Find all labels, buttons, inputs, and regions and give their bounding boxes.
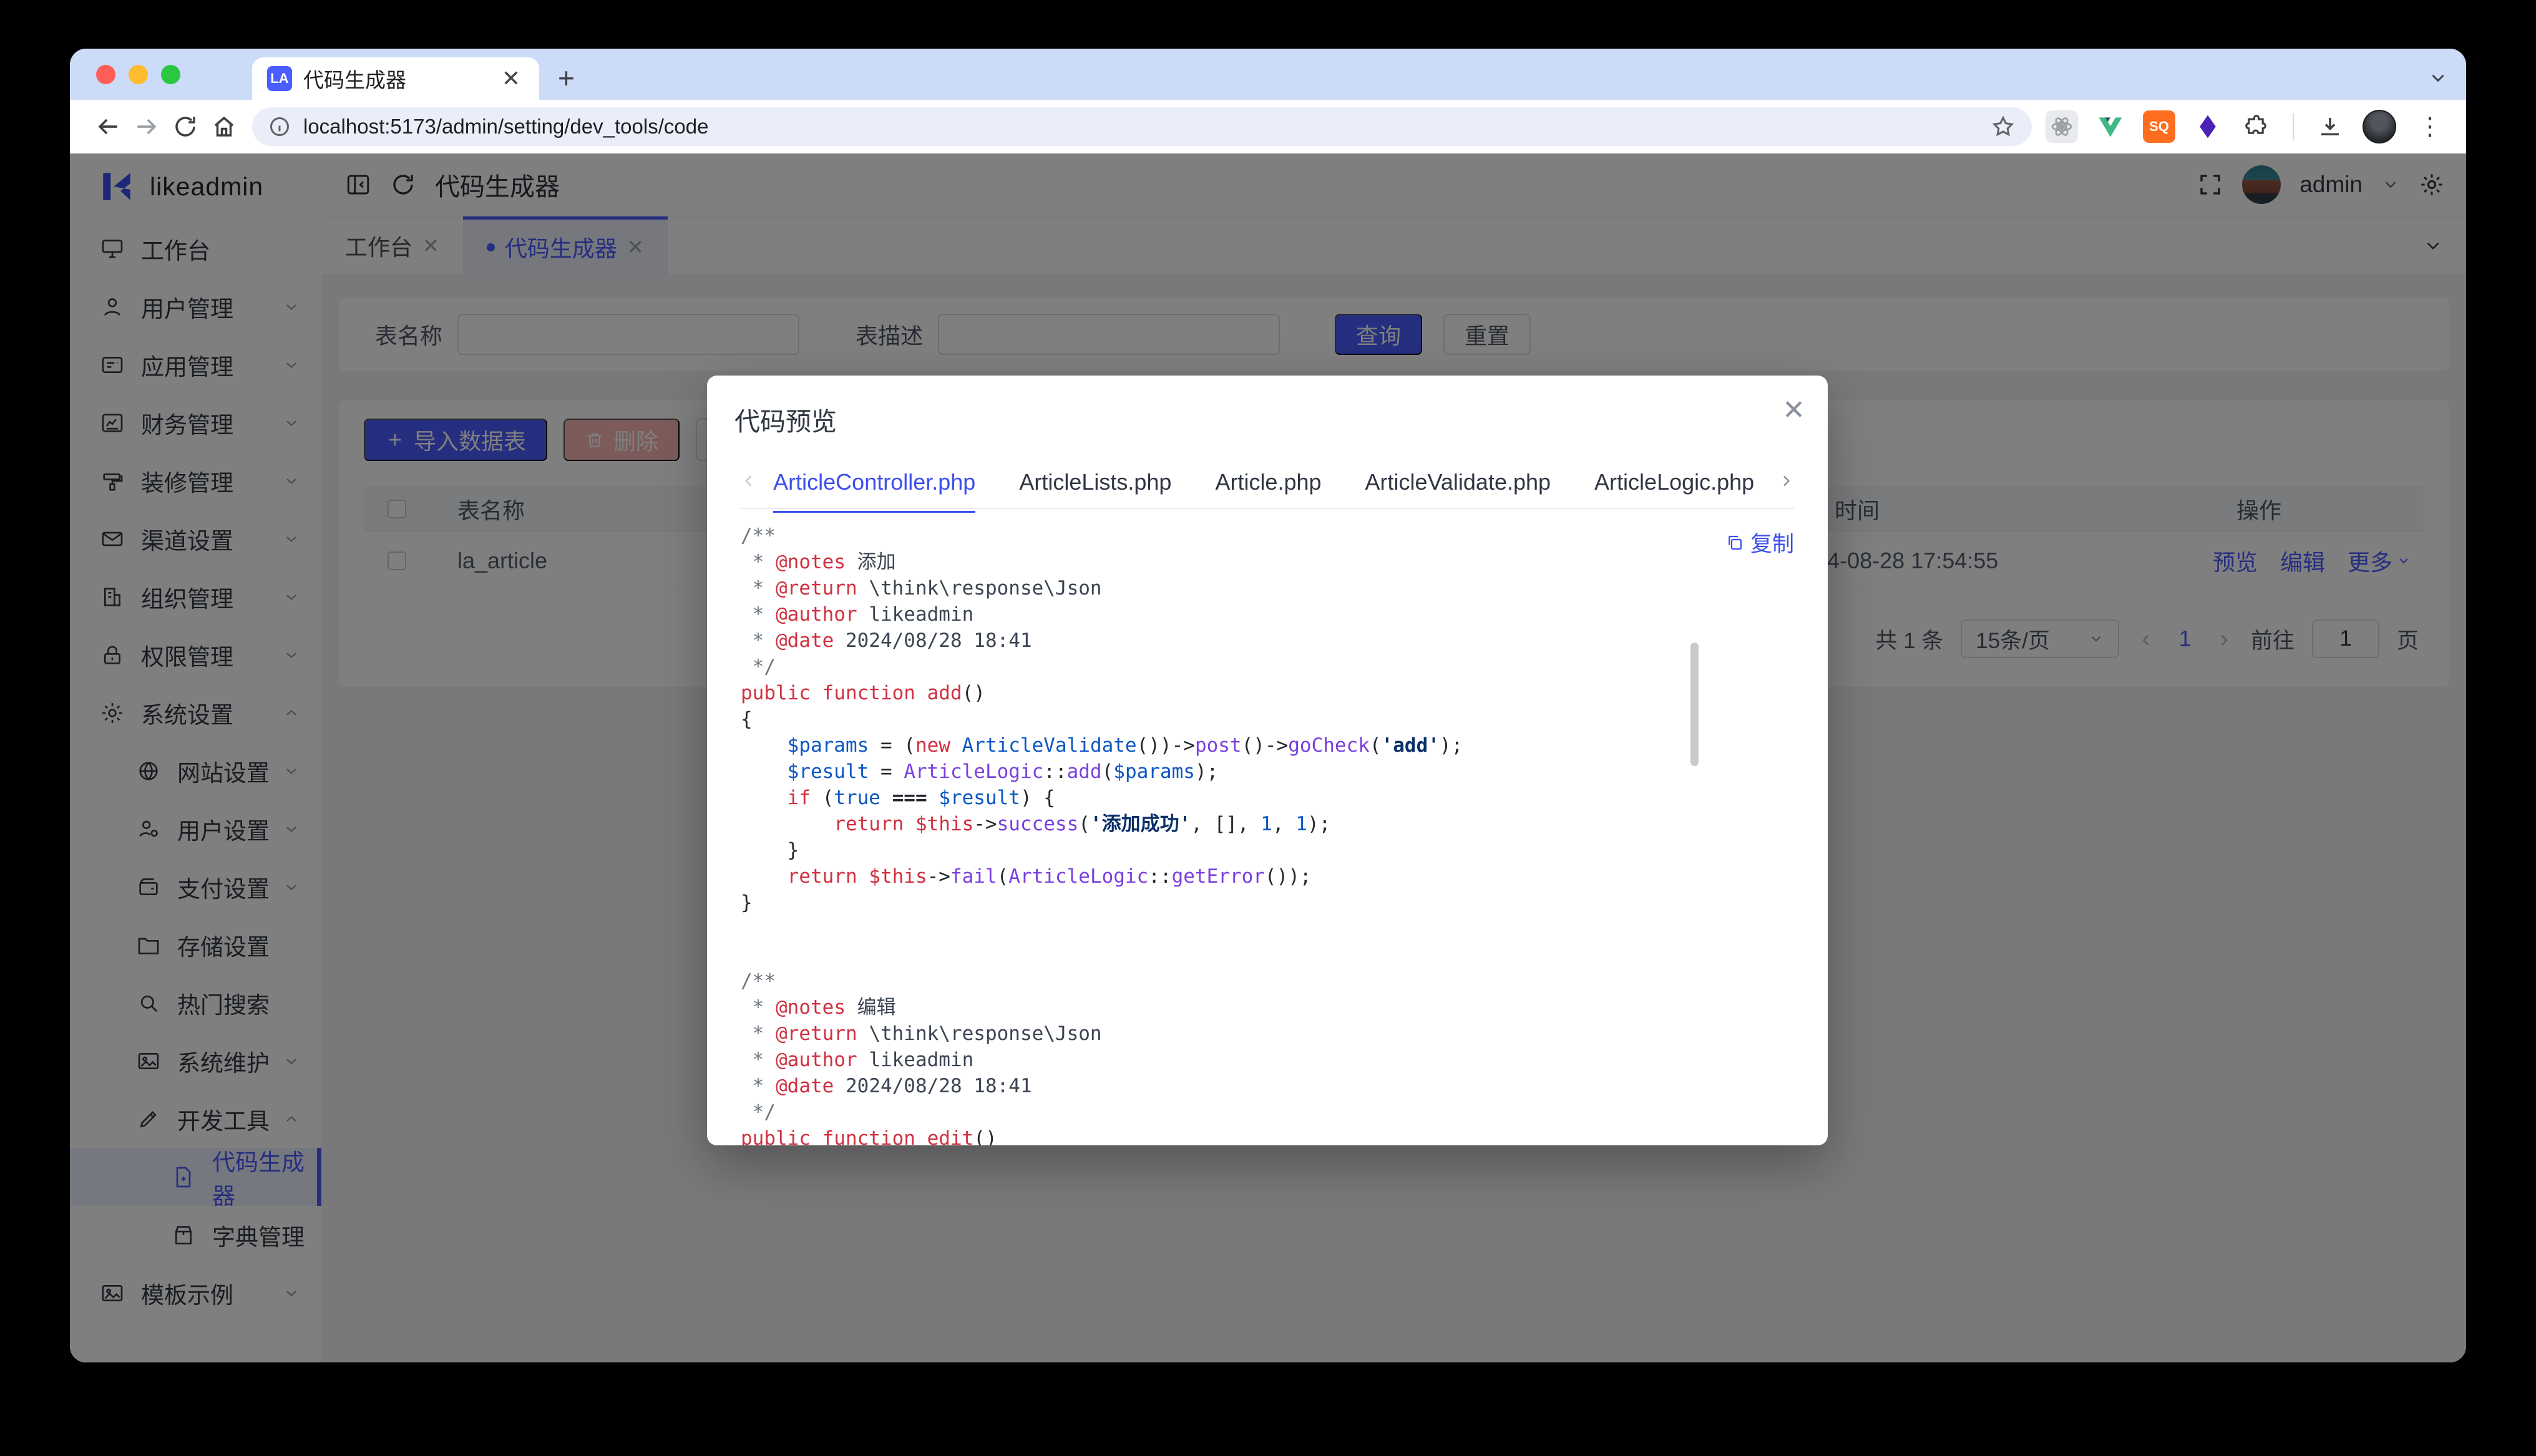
code-line: }: [741, 890, 1794, 916]
modal-title: 代码预览: [734, 400, 837, 438]
bookmark-star-icon[interactable]: [1991, 114, 2016, 139]
code-line: */: [741, 654, 1794, 680]
zoom-window-button[interactable]: [161, 65, 180, 84]
code-line: * @notes 编辑: [741, 994, 1794, 1021]
extension-icons: SQ ⋮: [2046, 110, 2447, 143]
url-bar[interactable]: localhost:5173/admin/setting/dev_tools/c…: [252, 107, 2032, 146]
code-line: public function edit(): [741, 1125, 1794, 1145]
sq-extension-icon[interactable]: SQ: [2143, 110, 2175, 143]
tabs-prev-icon[interactable]: [741, 472, 757, 490]
code-file-tab-ArticleLogic.php[interactable]: ArticleLogic.php: [1594, 469, 1754, 513]
code-file-tabs: ArticleController.phpArticleLists.phpArt…: [741, 469, 1794, 509]
code-line: [741, 942, 1794, 968]
code-line: * @return \think\response\Json: [741, 1021, 1794, 1047]
desktop: LA 代码生成器 ✕ + loc: [0, 0, 2536, 1456]
tab-close-icon[interactable]: ✕: [498, 66, 524, 92]
code-line: * @author likeadmin: [741, 1047, 1794, 1073]
browser-tab[interactable]: LA 代码生成器 ✕: [252, 57, 539, 100]
back-icon[interactable]: [89, 107, 127, 146]
code-line: $params = (new ArticleValidate())->post(…: [741, 732, 1794, 759]
code-line: * @author likeadmin: [741, 601, 1794, 628]
browser-menu-icon[interactable]: ⋮: [2412, 112, 2447, 141]
info-icon[interactable]: [268, 115, 291, 138]
code-line: /**: [741, 523, 1794, 549]
reload-icon[interactable]: [166, 107, 205, 146]
code-line: }: [741, 837, 1794, 863]
code-block[interactable]: /** * @notes 添加 * @return \think\respons…: [741, 523, 1794, 1145]
code-scrollbar-thumb[interactable]: [1690, 643, 1699, 766]
copy-button[interactable]: 复制: [1725, 527, 1794, 558]
code-line: return $this->success('添加成功', [], 1, 1);: [741, 811, 1794, 837]
favicon: LA: [267, 66, 292, 91]
traffic-lights: [96, 65, 180, 84]
code-line: if (true === $result) {: [741, 785, 1794, 811]
new-tab-button[interactable]: +: [558, 64, 575, 92]
browser-profile-avatar[interactable]: [2363, 110, 2396, 143]
react-devtools-icon[interactable]: [2046, 110, 2078, 143]
code-line: /**: [741, 968, 1794, 994]
tab-search-chevron-icon[interactable]: [2427, 67, 2449, 89]
home-icon[interactable]: [205, 107, 243, 146]
code-preview-body: 复制 /** * @notes 添加 * @return \think\resp…: [741, 512, 1794, 1145]
url-text[interactable]: localhost:5173/admin/setting/dev_tools/c…: [303, 115, 708, 138]
code-preview-modal: 代码预览 ✕ ArticleController.phpArticleLists…: [707, 376, 1828, 1145]
code-file-tab-ArticleController.php[interactable]: ArticleController.php: [773, 469, 975, 513]
code-file-tab-ArticleValidate.php[interactable]: ArticleValidate.php: [1365, 469, 1551, 513]
vue-devtools-icon[interactable]: [2094, 110, 2127, 143]
code-file-tab-ArticleLists.php[interactable]: ArticleLists.php: [1019, 469, 1171, 513]
browser-tab-title: 代码生成器: [303, 64, 487, 94]
browser-tabstrip: LA 代码生成器 ✕ +: [70, 49, 2466, 100]
extensions-puzzle-icon[interactable]: [2240, 110, 2273, 143]
code-line: public function add(): [741, 680, 1794, 706]
diamond-extension-icon[interactable]: [2192, 110, 2224, 143]
code-line: * @return \think\response\Json: [741, 575, 1794, 601]
code-line: * @date 2024/08/28 18:41: [741, 1073, 1794, 1099]
code-line: return $this->fail(ArticleLogic::getErro…: [741, 863, 1794, 890]
code-line: {: [741, 706, 1794, 732]
minimize-window-button[interactable]: [129, 65, 148, 84]
modal-close-icon[interactable]: ✕: [1782, 397, 1805, 424]
code-line: [741, 916, 1794, 942]
tabs-next-icon[interactable]: [1778, 472, 1794, 490]
downloads-icon[interactable]: [2314, 110, 2346, 143]
code-line: */: [741, 1099, 1794, 1125]
code-line: $result = ArticleLogic::add($params);: [741, 759, 1794, 785]
code-file-tab-Article.php[interactable]: Article.php: [1215, 469, 1321, 513]
code-line: * @notes 添加: [741, 549, 1794, 575]
forward-icon[interactable]: [127, 107, 166, 146]
browser-toolbar: localhost:5173/admin/setting/dev_tools/c…: [70, 100, 2466, 153]
browser-window: LA 代码生成器 ✕ + loc: [70, 49, 2466, 1362]
app-area: likeadmin 工作台用户管理应用管理财务管理装修管理渠道设置组织管理权限管…: [70, 153, 2466, 1362]
code-line: * @date 2024/08/28 18:41: [741, 628, 1794, 654]
close-window-button[interactable]: [96, 65, 115, 84]
copy-icon: [1725, 533, 1744, 552]
toolbar-divider: [2293, 113, 2294, 140]
